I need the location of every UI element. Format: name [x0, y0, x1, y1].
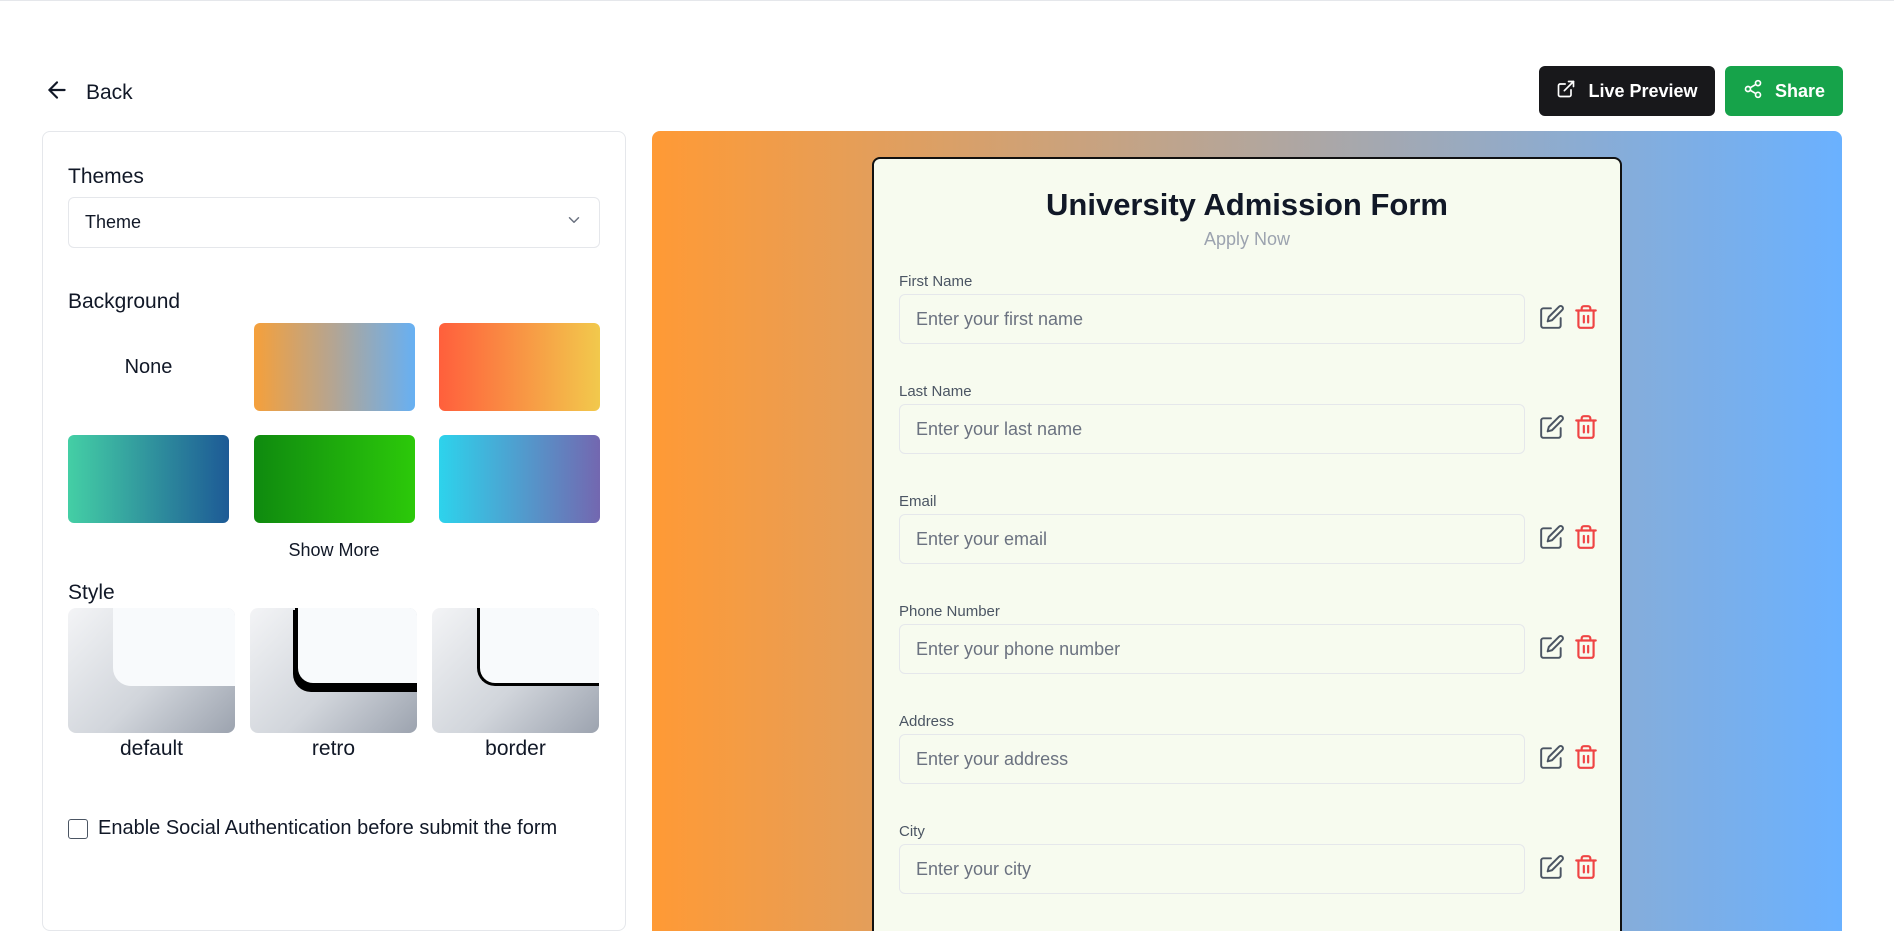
social-auth-checkbox[interactable]	[68, 818, 88, 839]
background-swatch-cyan-purple[interactable]	[439, 435, 600, 523]
style-option-default[interactable]	[68, 608, 235, 733]
edit-icon[interactable]	[1539, 524, 1565, 550]
first-name-input[interactable]: Enter your first name	[899, 294, 1525, 344]
live-preview-label: Live Preview	[1588, 80, 1698, 101]
live-preview-button[interactable]: Live Preview	[1539, 66, 1715, 116]
email-input[interactable]: Enter your email	[899, 514, 1525, 564]
share-icon	[1743, 79, 1763, 104]
form-card: University Admission Form Apply Now Firs…	[872, 157, 1622, 931]
background-heading: Background	[68, 290, 181, 313]
style-label-border: border	[485, 737, 546, 760]
field-label-phone: Phone Number	[899, 603, 1000, 620]
themes-heading: Themes	[68, 165, 144, 188]
edit-icon[interactable]	[1539, 414, 1565, 440]
top-border	[0, 0, 1894, 1]
city-input[interactable]: Enter your city	[899, 844, 1525, 894]
form-subtitle: Apply Now	[1203, 229, 1291, 249]
field-label-email: Email	[899, 493, 937, 510]
chevron-down-icon	[565, 211, 583, 234]
arrow-left-icon	[44, 77, 70, 109]
trash-icon[interactable]	[1573, 744, 1599, 770]
style-heading: Style	[68, 581, 115, 604]
trash-icon[interactable]	[1573, 304, 1599, 330]
edit-icon[interactable]	[1539, 304, 1565, 330]
form-title: University Admission Form	[1046, 187, 1448, 222]
edit-icon[interactable]	[1539, 634, 1565, 660]
settings-sidebar: Themes Theme Background None Show More S…	[42, 131, 626, 931]
social-auth-label: Enable Social Authentication before subm…	[98, 817, 558, 839]
trash-icon[interactable]	[1573, 854, 1599, 880]
style-label-retro: retro	[311, 737, 356, 760]
style-option-border[interactable]	[432, 608, 599, 733]
external-link-icon	[1556, 79, 1576, 104]
last-name-input[interactable]: Enter your last name	[899, 404, 1525, 454]
field-label-city: City	[899, 823, 925, 840]
share-label: Share	[1774, 80, 1826, 101]
form-preview-canvas: University Admission Form Apply Now Firs…	[652, 131, 1842, 931]
edit-icon[interactable]	[1539, 854, 1565, 880]
style-option-retro[interactable]	[250, 608, 417, 733]
background-swatch-green[interactable]	[254, 435, 415, 523]
field-label-address: Address	[899, 713, 955, 730]
social-auth-option[interactable]: Enable Social Authentication before subm…	[68, 817, 557, 840]
background-swatch-red-yellow[interactable]	[439, 323, 600, 411]
theme-select-value: Theme	[85, 212, 142, 232]
show-more-button[interactable]: Show More	[68, 540, 600, 561]
share-button[interactable]: Share	[1725, 66, 1843, 116]
field-label-last-name: Last Name	[899, 383, 972, 400]
address-input[interactable]: Enter your address	[899, 734, 1525, 784]
phone-input[interactable]: Enter your phone number	[899, 624, 1525, 674]
trash-icon[interactable]	[1573, 634, 1599, 660]
edit-icon[interactable]	[1539, 744, 1565, 770]
background-swatch-orange-blue[interactable]	[254, 323, 415, 411]
back-button[interactable]: Back	[44, 77, 133, 109]
field-label-first-name: First Name	[899, 273, 973, 290]
background-swatch-teal-navy[interactable]	[68, 435, 229, 523]
background-swatch-none[interactable]: None	[68, 323, 229, 411]
trash-icon[interactable]	[1573, 414, 1599, 440]
back-label: Back	[86, 81, 133, 104]
theme-select[interactable]: Theme	[68, 197, 600, 248]
style-label-default: default	[119, 737, 184, 760]
trash-icon[interactable]	[1573, 524, 1599, 550]
